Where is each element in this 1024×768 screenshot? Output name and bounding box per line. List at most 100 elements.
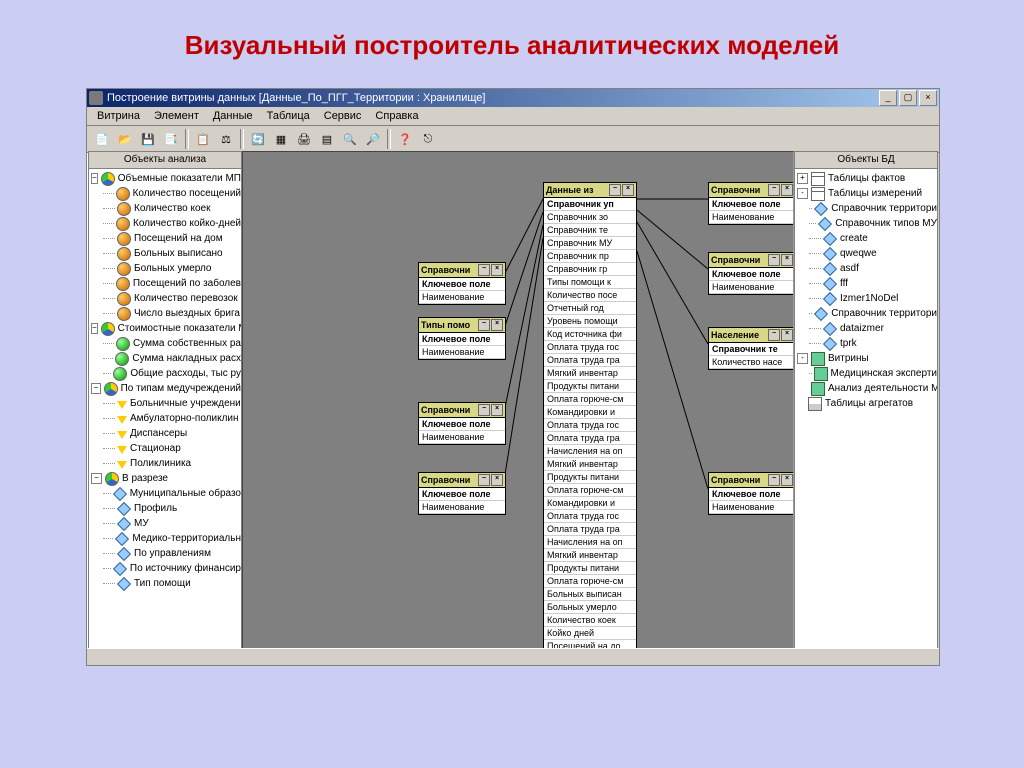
minimize-icon[interactable]: − (478, 319, 490, 331)
tree-item[interactable]: Амбулаторно-поликлин (89, 411, 241, 426)
db-tree[interactable]: +Таблицы фактов-Таблицы измеренийСправоч… (795, 169, 937, 648)
minimize-icon[interactable]: − (478, 404, 490, 416)
close-icon[interactable]: × (781, 329, 793, 341)
db-item[interactable]: fff (795, 276, 937, 291)
db-node[interactable]: -Таблицы измерений (795, 186, 937, 201)
table-box[interactable]: Справочни−×Ключевое полеНаименование (418, 402, 506, 445)
menu-Таблица[interactable]: Таблица (261, 109, 316, 123)
table-box[interactable]: Справочни−×Ключевое полеНаименование (708, 472, 794, 515)
db-item[interactable]: Анализ деятельности М (795, 381, 937, 396)
db-item[interactable]: Справочник типов МУ (795, 216, 937, 231)
db-item[interactable]: create (795, 231, 937, 246)
tree-item[interactable]: Медико-территориальн (89, 531, 241, 546)
db-item[interactable]: Справочник территори (795, 201, 937, 216)
zoom-icon[interactable]: 🔍 (339, 128, 361, 150)
slide-title: Визуальный построитель аналитических мод… (0, 0, 1024, 75)
table-box[interactable]: Справочни−×Ключевое полеНаименование (418, 262, 506, 305)
diagram-canvas[interactable]: Данные из−×Справочник упСправочник зоСпр… (242, 151, 794, 649)
table-box[interactable]: Население−×Справочник теКоличество насе (708, 327, 794, 370)
menu-Витрина[interactable]: Витрина (91, 109, 146, 123)
table-box[interactable]: Данные из−×Справочник упСправочник зоСпр… (543, 182, 637, 649)
exit-icon[interactable]: ⎋ (417, 128, 439, 150)
tree-item[interactable]: Тип помощи (89, 576, 241, 591)
refresh-icon[interactable]: 🔄 (247, 128, 269, 150)
maximize-button[interactable]: ▢ (899, 90, 917, 106)
tree-item[interactable]: Посещений на дом (89, 231, 241, 246)
close-icon[interactable]: × (781, 474, 793, 486)
tree-item[interactable]: Число выездных брига (89, 306, 241, 321)
tree-group[interactable]: −В разрезе (89, 471, 241, 486)
tree-item[interactable]: Стационар (89, 441, 241, 456)
minimize-button[interactable]: _ (879, 90, 897, 106)
table-box[interactable]: Справочни−×Ключевое полеНаименование (708, 182, 794, 225)
tree-item[interactable]: Больных умерло (89, 261, 241, 276)
tree-item[interactable]: Количество перевозок (89, 291, 241, 306)
tree-group[interactable]: −Объемные показатели МП (89, 171, 241, 186)
new-icon[interactable]: 📄 (91, 128, 113, 150)
menu-Справка[interactable]: Справка (369, 109, 424, 123)
minimize-icon[interactable]: − (478, 474, 490, 486)
tree-item[interactable]: Количество койко-дней (89, 216, 241, 231)
table-box[interactable]: Справочни−×Ключевое полеНаименование (418, 472, 506, 515)
tree-item[interactable]: Больничные учреждени (89, 396, 241, 411)
minimize-icon[interactable]: − (768, 184, 780, 196)
db-item[interactable]: Справочник территори (795, 306, 937, 321)
db-item[interactable]: qweqwe (795, 246, 937, 261)
saveall-icon[interactable]: 📑 (160, 128, 182, 150)
minimize-icon[interactable]: − (768, 474, 780, 486)
db-node[interactable]: +Таблицы фактов (795, 171, 937, 186)
window-title: Построение витрины данных [Данные_По_ПГГ… (107, 92, 879, 104)
close-icon[interactable]: × (491, 404, 503, 416)
db-item[interactable]: dataizmer (795, 321, 937, 336)
tree-item[interactable]: Сумма накладных расх (89, 351, 241, 366)
copy-icon[interactable]: 📋 (192, 128, 214, 150)
minimize-icon[interactable]: − (768, 329, 780, 341)
close-icon[interactable]: × (781, 254, 793, 266)
close-button[interactable]: × (919, 90, 937, 106)
tree-group[interactable]: −Стоимостные показатели М (89, 321, 241, 336)
tree-item[interactable]: По управлениям (89, 546, 241, 561)
print-icon[interactable]: 🖨 (293, 128, 315, 150)
help-icon[interactable]: ❓ (394, 128, 416, 150)
close-icon[interactable]: × (491, 264, 503, 276)
db-item[interactable]: tprk (795, 336, 937, 351)
tree-group[interactable]: −По типам медучреждений (89, 381, 241, 396)
tree-item[interactable]: Сумма собственных ра (89, 336, 241, 351)
minimize-icon[interactable]: − (609, 184, 621, 196)
minimize-icon[interactable]: − (478, 264, 490, 276)
tree-item[interactable]: Количество посещений (89, 186, 241, 201)
db-node[interactable]: Таблицы агрегатов (795, 396, 937, 411)
tree-item[interactable]: Поликлиника (89, 456, 241, 471)
tree-item[interactable]: Количество коек (89, 201, 241, 216)
save-icon[interactable]: 💾 (137, 128, 159, 150)
close-icon[interactable]: × (622, 184, 634, 196)
minimize-icon[interactable]: − (768, 254, 780, 266)
tree-item[interactable]: Общие расходы, тыс ру (89, 366, 241, 381)
db-node[interactable]: -Витрины (795, 351, 937, 366)
preview-icon[interactable]: ▤ (316, 128, 338, 150)
menu-Данные[interactable]: Данные (207, 109, 259, 123)
tree-item[interactable]: МУ (89, 516, 241, 531)
analysis-tree[interactable]: −Объемные показатели МПКоличество посеще… (89, 169, 241, 648)
close-icon[interactable]: × (781, 184, 793, 196)
open-icon[interactable]: 📂 (114, 128, 136, 150)
db-item[interactable]: Медицинская эксперти (795, 366, 937, 381)
menu-Элемент[interactable]: Элемент (148, 109, 205, 123)
balance-icon[interactable]: ⚖ (215, 128, 237, 150)
tree-item[interactable]: Профиль (89, 501, 241, 516)
close-icon[interactable]: × (491, 319, 503, 331)
close-icon[interactable]: × (491, 474, 503, 486)
tree-item[interactable]: Муниципальные образо (89, 486, 241, 501)
tree-item[interactable]: По источнику финансир (89, 561, 241, 576)
titlebar[interactable]: Построение витрины данных [Данные_По_ПГГ… (87, 89, 939, 107)
menu-Сервис[interactable]: Сервис (318, 109, 368, 123)
db-item[interactable]: asdf (795, 261, 937, 276)
tree-item[interactable]: Посещений по заболев (89, 276, 241, 291)
table-box[interactable]: Справочни−×Ключевое полеНаименование (708, 252, 794, 295)
tree-item[interactable]: Больных выписано (89, 246, 241, 261)
tree-item[interactable]: Диспансеры (89, 426, 241, 441)
table-box[interactable]: Типы помо−×Ключевое полеНаименование (418, 317, 506, 360)
db-item[interactable]: Izmer1NoDel (795, 291, 937, 306)
zoom2-icon[interactable]: 🔎 (362, 128, 384, 150)
sql-icon[interactable]: ▦ (270, 128, 292, 150)
